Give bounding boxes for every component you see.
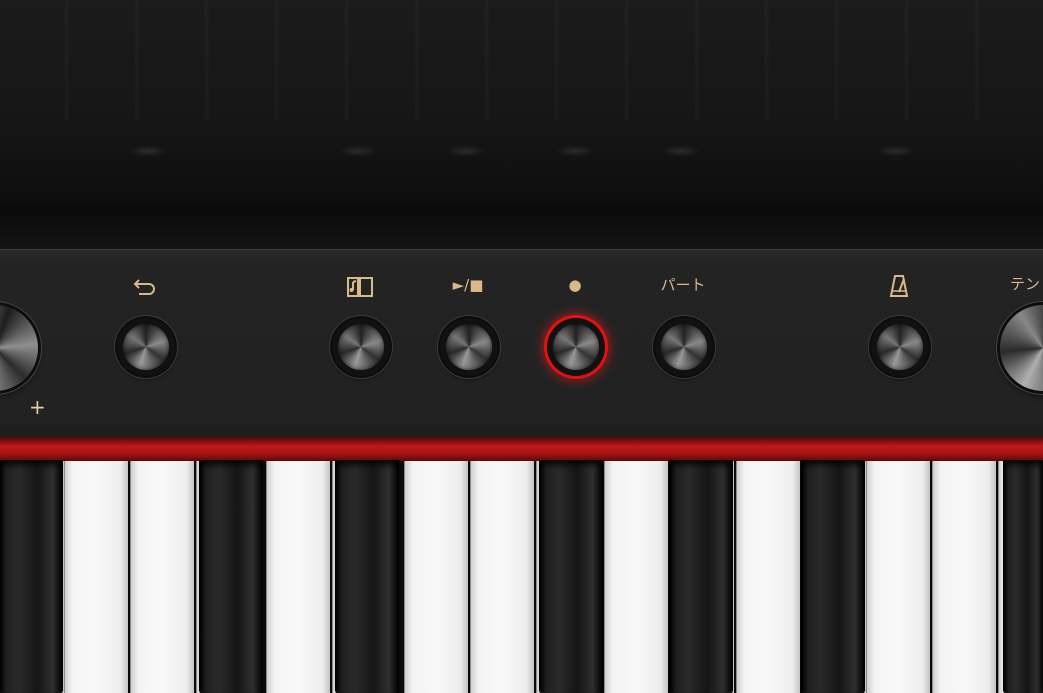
black-key[interactable]: [200, 461, 262, 693]
plus-label: +: [29, 395, 46, 419]
tempo-knob[interactable]: [1000, 305, 1043, 391]
black-key[interactable]: [336, 461, 398, 693]
lid-gap: [0, 205, 1043, 249]
red-felt-strip: [0, 437, 1043, 461]
score-button[interactable]: [332, 318, 390, 376]
black-key[interactable]: [540, 461, 602, 693]
white-key[interactable]: [866, 461, 930, 693]
metronome-button[interactable]: [871, 318, 929, 376]
white-key[interactable]: [736, 461, 800, 693]
black-key[interactable]: [670, 461, 732, 693]
white-key[interactable]: [130, 461, 194, 693]
black-key[interactable]: [0, 461, 62, 693]
control-panel: く + ►/■ ● パート テン: [0, 249, 1043, 438]
piano-lid: [0, 0, 1043, 205]
white-key[interactable]: [604, 461, 668, 693]
lid-reflection-knob: [338, 145, 378, 157]
undo-icon: [115, 276, 175, 303]
part-label: パート: [660, 276, 706, 294]
white-key[interactable]: [64, 461, 128, 693]
lid-reflection: [0, 0, 1043, 120]
volume-label: く: [0, 274, 16, 294]
part-button[interactable]: [655, 318, 713, 376]
lid-reflection-knob: [446, 145, 486, 157]
lid-reflection-knob: [555, 145, 595, 157]
volume-knob[interactable]: [0, 305, 38, 391]
metronome-icon: [869, 274, 929, 303]
play-stop-button[interactable]: [440, 318, 498, 376]
white-key[interactable]: [470, 461, 534, 693]
record-button[interactable]: [547, 318, 605, 376]
lid-reflection-knob: [128, 145, 168, 157]
black-key[interactable]: [802, 461, 864, 693]
record-icon: ●: [568, 276, 582, 294]
play-stop-icon: ►/■: [452, 276, 484, 294]
lid-reflection-knob: [876, 145, 916, 157]
undo-button[interactable]: [117, 318, 175, 376]
black-key[interactable]: [1004, 461, 1043, 693]
score-book-icon: [330, 274, 390, 303]
white-key[interactable]: [404, 461, 468, 693]
lid-reflection-knob: [661, 145, 701, 157]
tempo-label: テン: [1010, 275, 1041, 293]
white-key[interactable]: [266, 461, 330, 693]
white-key[interactable]: [932, 461, 996, 693]
keyboard: [0, 461, 1043, 693]
